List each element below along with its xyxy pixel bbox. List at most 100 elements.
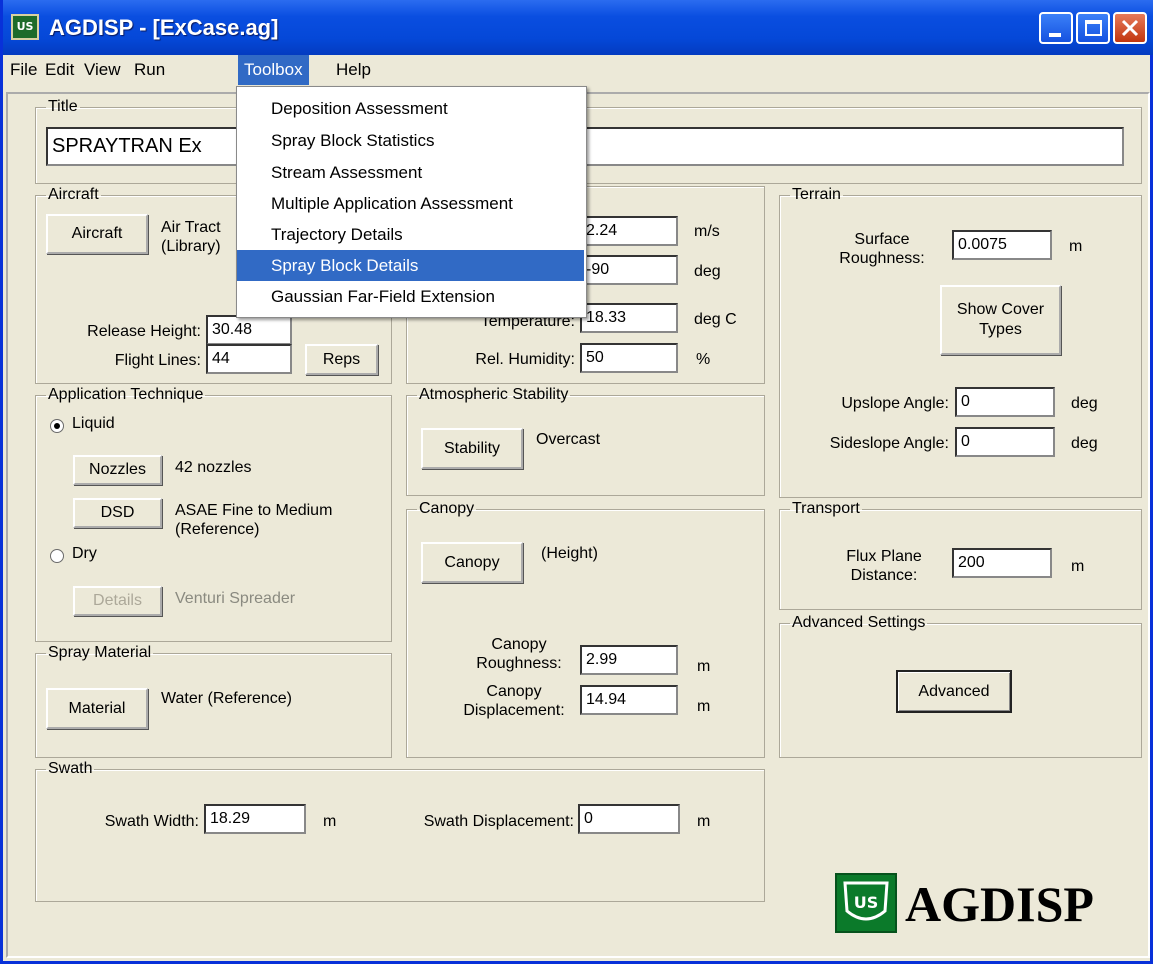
menu-item-trajectory-details[interactable]: Trajectory Details bbox=[237, 219, 584, 250]
title-group-label: Title bbox=[48, 98, 78, 115]
surface-roughness-label-line2: Roughness: bbox=[839, 250, 925, 267]
flight-lines-field[interactable] bbox=[206, 344, 292, 374]
menu-item-deposition-assessment[interactable]: Deposition Assessment bbox=[237, 93, 584, 124]
close-icon bbox=[1121, 19, 1139, 37]
menu-edit[interactable]: Edit bbox=[45, 60, 74, 80]
material-button[interactable]: Material bbox=[46, 688, 148, 729]
aircraft-source: (Library) bbox=[161, 238, 221, 255]
liquid-radio[interactable] bbox=[50, 419, 64, 433]
surface-roughness-unit: m bbox=[1069, 238, 1083, 255]
upslope-angle-field[interactable] bbox=[955, 387, 1055, 417]
canopy-displacement-label-line2: Displacement: bbox=[463, 702, 565, 719]
menu-item-stream-assessment[interactable]: Stream Assessment bbox=[237, 157, 584, 188]
temperature-unit: deg C bbox=[694, 311, 737, 328]
details-button[interactable]: Details bbox=[73, 586, 162, 616]
wind-speed-unit: m/s bbox=[694, 223, 720, 240]
flux-plane-distance-label: Flux Plane Distance: bbox=[829, 547, 939, 585]
show-cover-types-button[interactable]: Show Cover Types bbox=[940, 285, 1061, 355]
wind-direction-field[interactable] bbox=[580, 255, 678, 285]
maximize-icon bbox=[1085, 20, 1102, 36]
details-value: Venturi Spreader bbox=[175, 590, 296, 607]
stability-value: Overcast bbox=[536, 431, 601, 448]
advanced-settings-label: Advanced Settings bbox=[792, 614, 926, 631]
title-bar[interactable]: US AGDISP - [ExCase.ag] bbox=[3, 0, 1153, 55]
application-technique-label: Application Technique bbox=[48, 386, 204, 403]
sideslope-angle-field[interactable] bbox=[955, 427, 1055, 457]
logo-shield-text: US bbox=[854, 893, 879, 912]
flux-plane-label-line1: Flux Plane bbox=[846, 548, 922, 565]
maximize-button[interactable] bbox=[1076, 12, 1110, 44]
menu-view[interactable]: View bbox=[84, 60, 121, 80]
close-button[interactable] bbox=[1113, 12, 1147, 44]
swath-displacement-label: Swath Displacement: bbox=[423, 813, 574, 830]
flux-plane-distance-unit: m bbox=[1071, 558, 1085, 575]
wind-speed-field[interactable] bbox=[580, 216, 678, 246]
menu-toolbox[interactable]: Toolbox bbox=[238, 55, 309, 85]
dsd-button[interactable]: DSD bbox=[73, 498, 162, 528]
release-height-field[interactable] bbox=[206, 315, 292, 345]
nozzles-button[interactable]: Nozzles bbox=[73, 455, 162, 485]
canopy-displacement-unit: m bbox=[697, 698, 711, 715]
humidity-unit: % bbox=[696, 351, 711, 368]
canopy-roughness-label-line2: Roughness: bbox=[476, 655, 562, 672]
dsd-value-line1: ASAE Fine to Medium bbox=[175, 502, 333, 519]
surface-roughness-label: Surface Roughness: bbox=[829, 230, 935, 268]
material-value: Water (Reference) bbox=[161, 690, 292, 707]
canopy-value: (Height) bbox=[541, 545, 598, 562]
canopy-roughness-unit: m bbox=[697, 658, 711, 675]
spray-material-label: Spray Material bbox=[48, 644, 152, 661]
minimize-icon bbox=[1049, 33, 1061, 37]
logo-text: AGDISP bbox=[905, 876, 1094, 932]
flux-plane-label-line2: Distance: bbox=[850, 567, 918, 584]
usfs-shield-icon: US bbox=[835, 873, 897, 933]
show-cover-types-line2: Types bbox=[979, 321, 1022, 338]
canopy-button[interactable]: Canopy bbox=[421, 542, 523, 583]
flux-plane-distance-field[interactable] bbox=[952, 548, 1052, 578]
canopy-roughness-label: Canopy Roughness: bbox=[459, 635, 579, 673]
surface-roughness-label-line1: Surface bbox=[854, 231, 910, 248]
menu-item-spray-block-statistics[interactable]: Spray Block Statistics bbox=[237, 125, 584, 156]
menu-file[interactable]: File bbox=[10, 60, 37, 80]
menu-item-multiple-application-assessment[interactable]: Multiple Application Assessment bbox=[237, 188, 584, 219]
menu-item-gaussian-far-field-extension[interactable]: Gaussian Far-Field Extension bbox=[237, 281, 584, 312]
flight-lines-label: Flight Lines: bbox=[114, 352, 201, 369]
liquid-label[interactable]: Liquid bbox=[72, 415, 115, 433]
swath-width-label: Swath Width: bbox=[104, 813, 199, 830]
menu-run[interactable]: Run bbox=[134, 60, 165, 80]
menu-help[interactable]: Help bbox=[336, 60, 371, 80]
surface-roughness-field[interactable] bbox=[952, 230, 1052, 260]
nozzles-value: 42 nozzles bbox=[175, 459, 252, 476]
canopy-group-label: Canopy bbox=[419, 500, 475, 517]
release-height-label: Release Height: bbox=[87, 323, 201, 340]
dry-label[interactable]: Dry bbox=[72, 545, 97, 563]
canopy-roughness-label-line1: Canopy bbox=[491, 636, 547, 653]
show-cover-types-line1: Show Cover bbox=[956, 301, 1045, 318]
agdisp-app-icon[interactable]: US bbox=[11, 14, 39, 40]
advanced-button[interactable]: Advanced bbox=[896, 670, 1012, 713]
dsd-value-line2: (Reference) bbox=[175, 521, 260, 538]
atmospheric-stability-label: Atmospheric Stability bbox=[419, 386, 569, 403]
aircraft-name: Air Tract bbox=[161, 219, 221, 236]
dry-radio[interactable] bbox=[50, 549, 64, 563]
window-title: AGDISP - [ExCase.ag] bbox=[49, 15, 279, 40]
sideslope-angle-unit: deg bbox=[1071, 435, 1098, 452]
humidity-label: Rel. Humidity: bbox=[475, 351, 575, 368]
toolbox-dropdown-menu: Deposition Assessment Spray Block Statis… bbox=[236, 86, 587, 318]
swath-displacement-field[interactable] bbox=[578, 804, 680, 834]
swath-width-unit: m bbox=[323, 813, 337, 830]
transport-group-label: Transport bbox=[792, 500, 860, 517]
aircraft-group-label: Aircraft bbox=[48, 186, 99, 203]
minimize-button[interactable] bbox=[1039, 12, 1073, 44]
canopy-roughness-field[interactable] bbox=[580, 645, 678, 675]
menu-bar: File Edit View Run Toolbox Help bbox=[3, 55, 1150, 85]
stability-button[interactable]: Stability bbox=[421, 428, 523, 469]
reps-button[interactable]: Reps bbox=[305, 344, 378, 375]
aircraft-button[interactable]: Aircraft bbox=[46, 214, 148, 254]
temperature-field[interactable] bbox=[580, 303, 678, 333]
swath-displacement-unit: m bbox=[697, 813, 711, 830]
menu-item-spray-block-details[interactable]: Spray Block Details bbox=[237, 250, 584, 281]
swath-width-field[interactable] bbox=[204, 804, 306, 834]
canopy-displacement-field[interactable] bbox=[580, 685, 678, 715]
wind-direction-unit: deg bbox=[694, 263, 721, 280]
humidity-field[interactable] bbox=[580, 343, 678, 373]
